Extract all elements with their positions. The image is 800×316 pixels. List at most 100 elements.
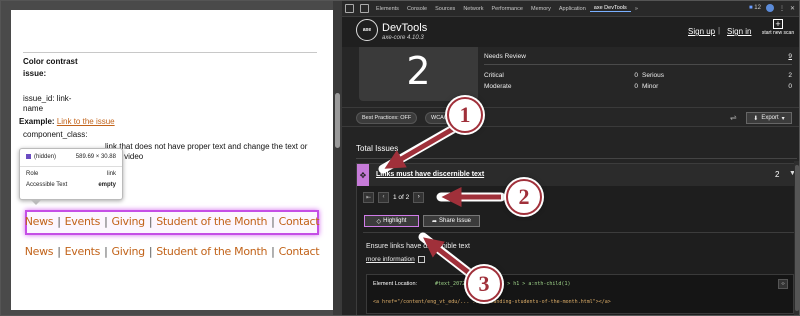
- inspect-tooltip: (hidden) 589.69 × 30.88 Role link Access…: [19, 148, 123, 200]
- tab-performance[interactable]: Performance: [487, 6, 527, 12]
- scrollbar-thumb[interactable]: [795, 165, 799, 311]
- pager-label: 1 of 2: [393, 193, 410, 201]
- minor-label: Minor: [642, 83, 659, 90]
- annotation-badge-2: 2: [506, 179, 542, 215]
- component-class-label: component_class:: [23, 130, 88, 139]
- prev-page-icon[interactable]: ‹: [378, 191, 389, 203]
- tab-network[interactable]: Network: [459, 6, 487, 12]
- critical-label: Critical: [484, 72, 504, 79]
- total-issues-count: 2: [406, 49, 431, 93]
- settings-icon[interactable]: [765, 4, 774, 12]
- external-link-icon[interactable]: [418, 256, 425, 263]
- divider: [356, 158, 797, 159]
- element-location-path: #text_2072487... 905527 > h1 > a:nth-chi…: [435, 281, 571, 287]
- screenshot-root: Color contrast issue: issue_id: link- na…: [0, 0, 800, 316]
- nav-item-contact[interactable]: Contact: [279, 215, 320, 228]
- issue-card: ✥ Links must have discernible text 2 ▼ ⇤…: [356, 163, 799, 315]
- example-label: Example:: [19, 117, 55, 126]
- scan-summary: 2 Needs Review 9 Critical 0 Serious 2 Mo…: [342, 47, 799, 107]
- signin-link[interactable]: Sign in: [727, 27, 751, 36]
- nav-item-student[interactable]: Student of the Month: [156, 215, 267, 228]
- webpage-pane: Color contrast issue: issue_id: link- na…: [1, 1, 342, 315]
- element-swatch-icon: [26, 154, 31, 159]
- nav-list-highlighted: News | Events | Giving | Student of the Mon…: [24, 215, 320, 228]
- nav-item-giving[interactable]: Giving: [112, 215, 146, 228]
- kebab-menu-icon[interactable]: ⋮: [779, 5, 785, 12]
- devtools-scrollbar[interactable]: [794, 161, 799, 315]
- new-scan-label: start new scan: [761, 30, 795, 36]
- tab-axe-devtools[interactable]: axe DevTools: [589, 5, 631, 12]
- download-icon: ⬇: [753, 115, 759, 122]
- minor-value: 0: [788, 83, 792, 90]
- total-issues-label: Total Issues: [356, 144, 399, 153]
- highlight-button[interactable]: ◇ Highlight: [364, 215, 419, 227]
- critical-value: 0: [634, 72, 638, 79]
- page-scrollbar[interactable]: [333, 1, 342, 315]
- nav-item-news[interactable]: News: [25, 215, 54, 228]
- tooltip-accessible-label: Accessible Text: [26, 182, 68, 188]
- tab-sources[interactable]: Sources: [431, 6, 459, 12]
- axe-version: axe-core 4.10.3: [382, 35, 424, 41]
- axe-header: axe DevTools axe-core 4.10.3 Sign up | S…: [342, 17, 799, 47]
- divider: [363, 232, 794, 233]
- more-information-link[interactable]: more information: [366, 256, 415, 263]
- best-practices-toggle[interactable]: Best Practices: OFF: [356, 112, 418, 124]
- app-title: DevTools: [382, 22, 428, 34]
- issue-title[interactable]: Links must have discernible text: [376, 171, 484, 178]
- tooltip-role-label: Role: [26, 171, 39, 177]
- total-issues-box: 2: [359, 47, 478, 101]
- scan-toolbar: Best Practices: OFF WCAG ⇌ ⬇ Export ▾: [342, 107, 799, 127]
- tab-application[interactable]: Application: [555, 6, 590, 12]
- inspect-icon[interactable]: [345, 4, 354, 13]
- nav-item-events[interactable]: Events: [65, 245, 101, 258]
- tab-console[interactable]: Console: [403, 6, 431, 12]
- issues-badge[interactable]: ■ 12: [749, 5, 761, 11]
- tooltip-accessible-value: empty: [98, 182, 116, 188]
- share-arrow-icon: ➦: [431, 218, 437, 225]
- first-page-icon[interactable]: ⇤: [363, 191, 374, 203]
- nav-item-events[interactable]: Events: [65, 215, 101, 228]
- issue-count: 2: [775, 170, 780, 179]
- element-location-label: Element Location:: [373, 281, 418, 287]
- tooltip-tag: (hidden): [26, 154, 56, 160]
- highlight-icon: ◇: [376, 218, 382, 225]
- moderate-label: Moderate: [484, 83, 512, 90]
- copy-icon[interactable]: ‹›: [778, 279, 788, 289]
- nav-item-giving[interactable]: Giving: [112, 245, 146, 258]
- tooltip-size: 589.69 × 30.88: [75, 154, 116, 160]
- device-toolbar-icon[interactable]: [360, 4, 369, 13]
- nav-item-contact[interactable]: Contact: [279, 245, 320, 258]
- header-divider: |: [718, 26, 721, 35]
- tab-elements[interactable]: Elements: [372, 6, 403, 12]
- serious-value: 2: [788, 72, 792, 79]
- issue-pager: ⇤ ‹ 1 of 2 ›: [363, 191, 425, 203]
- chevron-down-icon: ▾: [781, 115, 785, 122]
- signup-link[interactable]: Sign up: [688, 27, 715, 36]
- needs-review-label: Needs Review: [484, 53, 526, 60]
- share-issue-button[interactable]: ➦ Share Issue: [423, 215, 480, 227]
- issue-description: Ensure links have discernible text: [366, 243, 470, 250]
- issue-id-value: name: [23, 104, 44, 113]
- annotation-badge-3: 3: [466, 266, 502, 302]
- export-button[interactable]: ⬇ Export ▾: [746, 112, 792, 124]
- nav-list: News | Events | Giving | Student of the Mon…: [24, 245, 320, 258]
- expand-icon[interactable]: ✥: [357, 164, 369, 186]
- devtools-right-icons: ■ 12 ⋮ ✕: [749, 4, 795, 12]
- issue-link[interactable]: Link to the issue: [57, 117, 115, 126]
- partial-text: link that does not have proper text and …: [105, 142, 308, 151]
- close-icon[interactable]: ✕: [790, 5, 795, 12]
- section-heading-2: issue:: [23, 69, 47, 78]
- nav-item-student[interactable]: Student of the Month: [156, 245, 267, 258]
- share-issue-label: Share Issue: [439, 218, 472, 224]
- serious-label: Serious: [642, 72, 665, 79]
- next-page-icon[interactable]: ›: [413, 191, 425, 203]
- scrollbar-thumb[interactable]: [335, 93, 340, 148]
- more-tabs-icon[interactable]: »: [631, 6, 642, 12]
- devtools-tabbar: Elements Console Sources Network Perform…: [342, 1, 799, 17]
- nav-item-news[interactable]: News: [25, 245, 54, 258]
- share-icon[interactable]: ⇌: [730, 113, 737, 122]
- new-scan-button[interactable]: + start new scan: [759, 19, 797, 36]
- issue-card-header[interactable]: ✥ Links must have discernible text 2 ▼: [357, 164, 799, 186]
- tab-memory[interactable]: Memory: [527, 6, 555, 12]
- needs-review-value[interactable]: 9: [778, 53, 792, 60]
